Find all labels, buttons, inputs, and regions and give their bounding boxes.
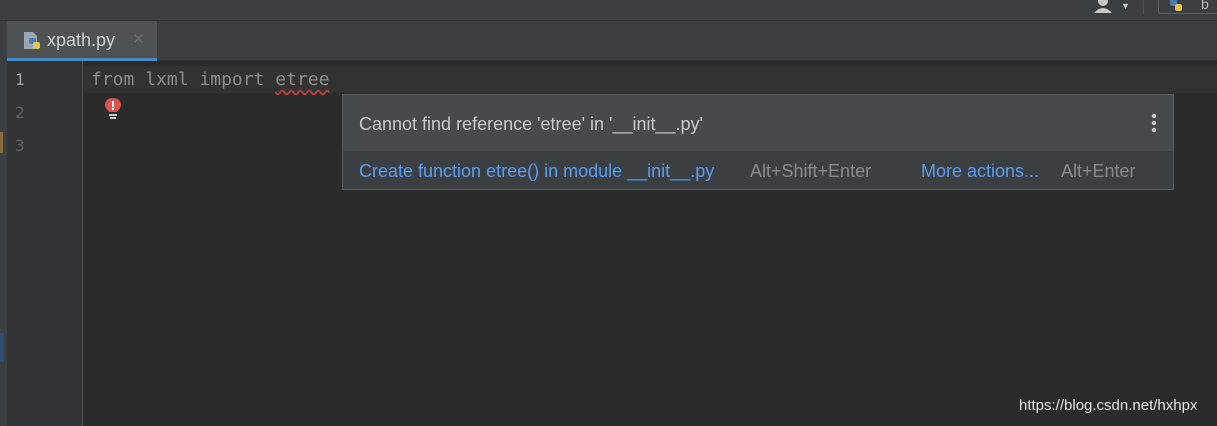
- user-icon[interactable]: [1093, 0, 1117, 13]
- tool-window-marker[interactable]: [0, 333, 4, 362]
- run-configuration-selector[interactable]: b: [1158, 0, 1217, 14]
- create-function-shortcut: Alt+Shift+Enter: [750, 161, 872, 181]
- more-actions-shortcut: Alt+Enter: [1061, 161, 1136, 181]
- more-actions-link[interactable]: More actions...: [921, 161, 1039, 182]
- more-vertical-icon[interactable]: [1151, 112, 1157, 134]
- keyword-from: from: [91, 69, 135, 90]
- left-tool-strip: [0, 21, 7, 426]
- run-configuration-label: b: [1201, 0, 1209, 12]
- toolbar-separator: [1143, 0, 1144, 14]
- error-bulb-icon[interactable]: [104, 97, 122, 121]
- keyword-import: import: [199, 69, 265, 90]
- close-icon[interactable]: ×: [133, 29, 144, 51]
- tab-xpath-py[interactable]: xpath.py ×: [7, 21, 157, 61]
- unresolved-reference[interactable]: etree: [275, 69, 329, 90]
- bookmark-marker: [0, 132, 3, 153]
- python-file-icon: [24, 32, 40, 49]
- inspection-popup: Cannot find reference 'etree' in '__init…: [342, 94, 1174, 190]
- line-number: 2: [15, 103, 25, 122]
- code-line-1[interactable]: from lxml import etree: [91, 69, 329, 90]
- line-number: 1: [15, 70, 25, 89]
- line-number-gutter[interactable]: 1 2 3: [7, 61, 83, 426]
- popup-message: Cannot find reference 'etree' in '__init…: [359, 114, 703, 134]
- tab-label: xpath.py: [47, 30, 116, 50]
- line-number: 3: [15, 136, 25, 155]
- module-name: lxml: [145, 69, 189, 90]
- watermark: https://blog.csdn.net/hxhpx: [1019, 397, 1198, 414]
- editor-tab-bar: [0, 21, 1217, 61]
- create-function-action[interactable]: Create function etree() in module __init…: [359, 161, 714, 182]
- popup-actions-bar: Create function etree() in module __init…: [343, 152, 1173, 189]
- top-toolbar: ▼ b: [0, 0, 1217, 21]
- python-icon: [1170, 0, 1182, 11]
- chevron-down-icon[interactable]: ▼: [1121, 1, 1130, 11]
